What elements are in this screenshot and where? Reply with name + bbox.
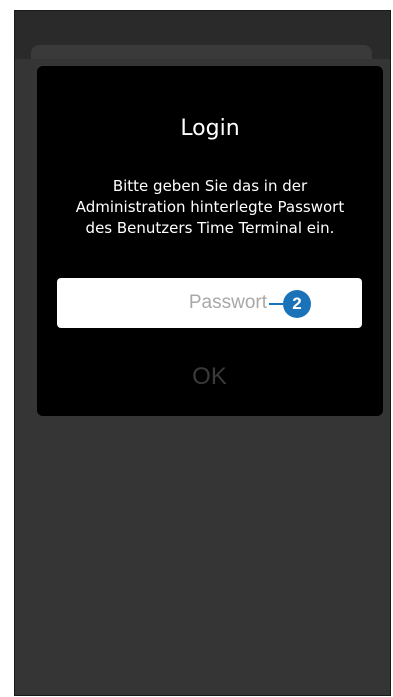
dialog-title: Login (180, 116, 240, 141)
password-placeholder: Passwort (188, 292, 267, 313)
callout-connector-line (269, 303, 283, 305)
callout-number-badge: 2 (283, 290, 311, 318)
dialog-message: Bitte geben Sie das in der Administratio… (75, 177, 345, 237)
password-input[interactable]: Passwort 2 (57, 278, 362, 328)
ok-button[interactable]: OK (57, 356, 362, 396)
phone-screen: Login Bitte geben Sie das in der Adminis… (14, 10, 391, 696)
login-dialog: Login Bitte geben Sie das in der Adminis… (37, 66, 383, 416)
